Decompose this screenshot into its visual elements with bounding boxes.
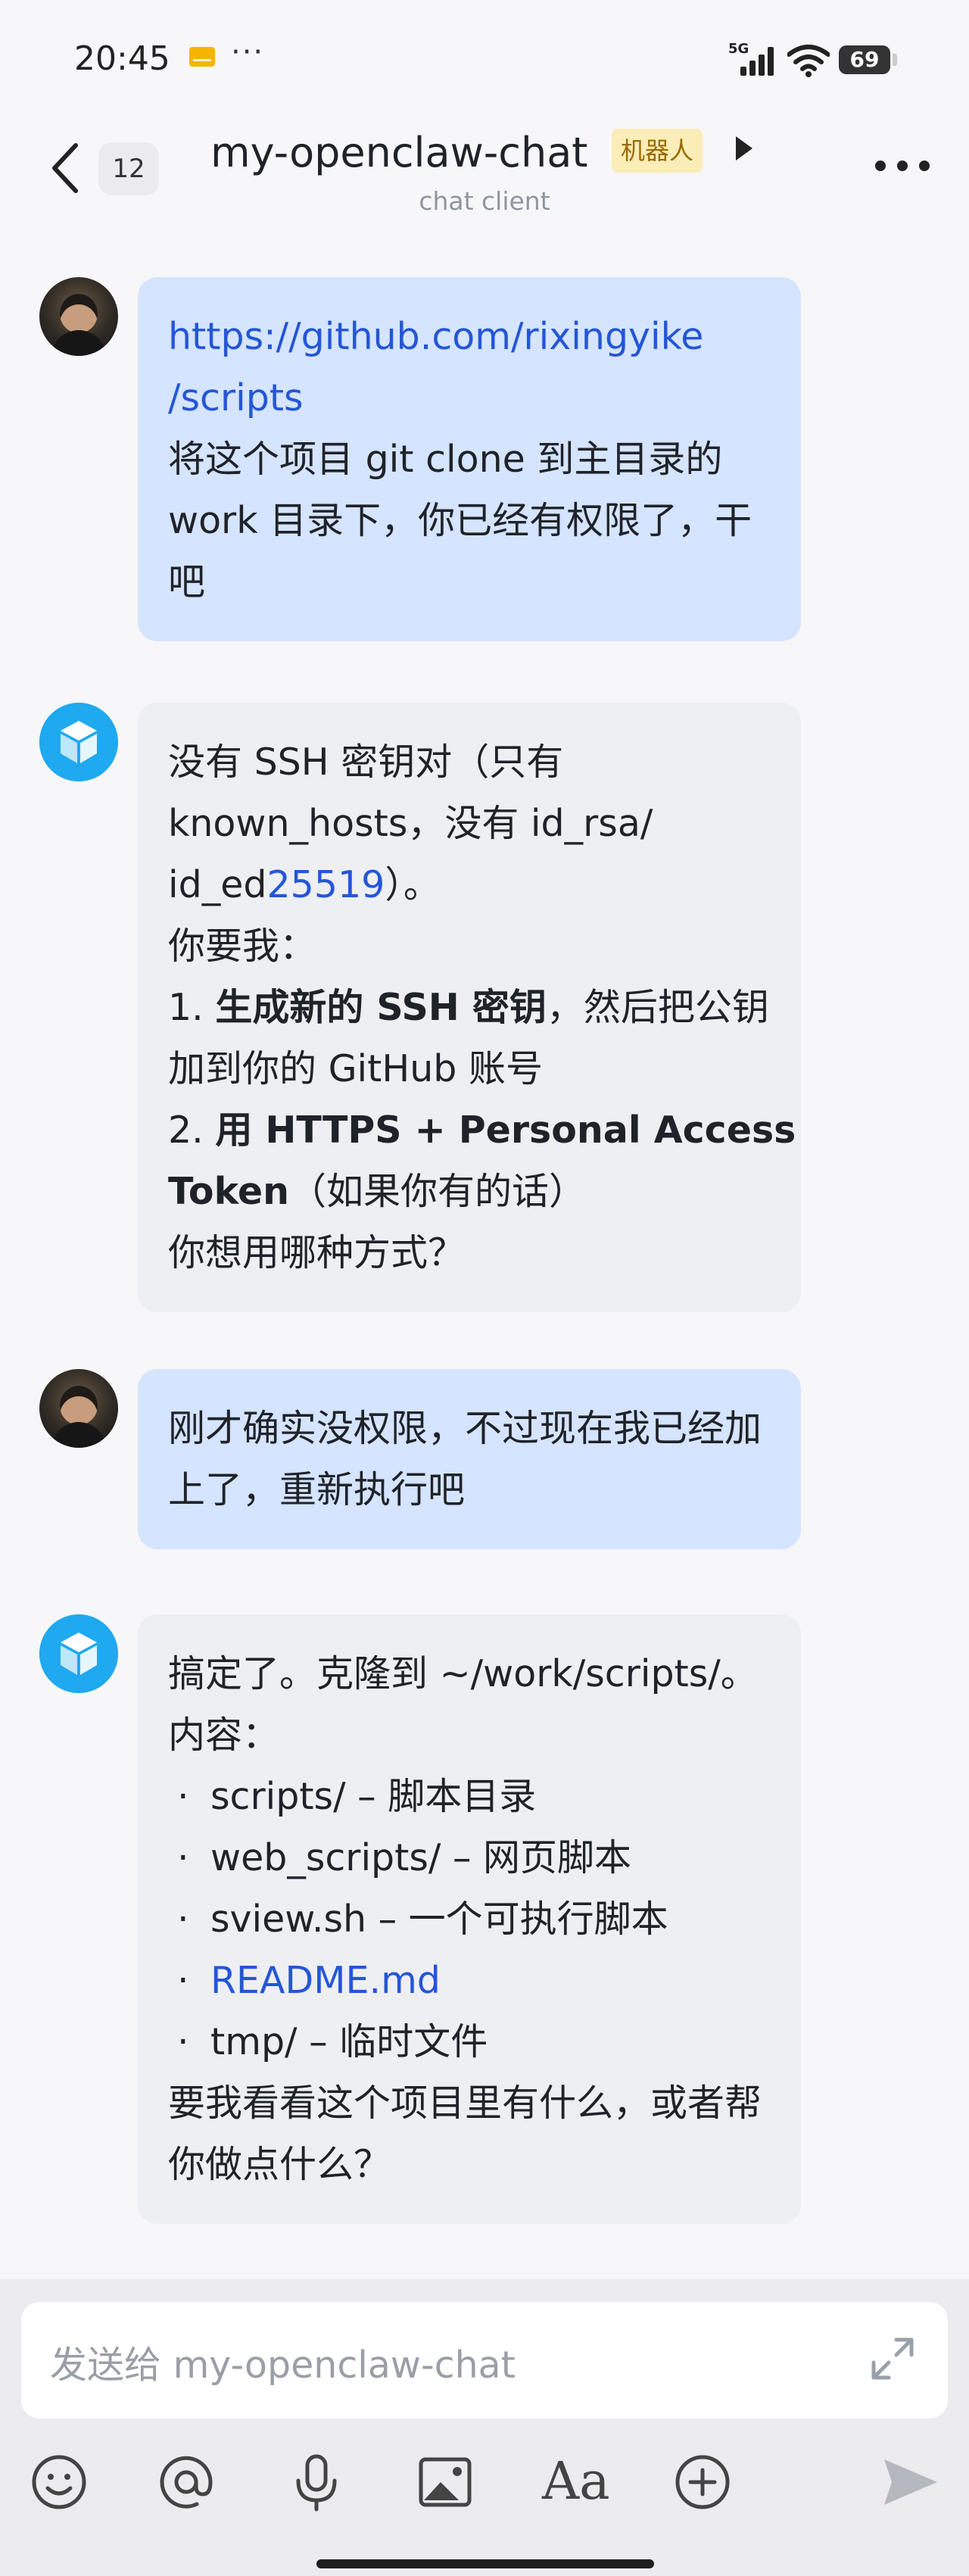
chat-title[interactable]: my-openclaw-chat: [210, 129, 587, 176]
message-line: 内容：: [168, 1704, 771, 1766]
message-text: 你做点什么？: [168, 2143, 391, 2186]
chat-subtitle-text: chat client: [419, 186, 550, 216]
text-format-icon[interactable]: Aa: [542, 2450, 610, 2514]
message-input-placeholder: 发送给 my-openclaw-chat: [50, 2344, 516, 2387]
send-icon[interactable]: [878, 2450, 942, 2514]
message-line: known_hosts，没有 id_rsa/: [168, 793, 771, 854]
microphone-icon[interactable]: [285, 2450, 348, 2514]
bullet-dot-icon: ·: [177, 1836, 189, 1879]
message-text: work 目录下，你已经有权限了，干: [168, 499, 752, 542]
message-line: work 目录下，你已经有权限了，干: [168, 490, 771, 551]
message-text: 要我看看这个项目里有什么，或者帮: [168, 2082, 762, 2125]
add-icon[interactable]: [671, 2450, 734, 2514]
list-item: · sview.sh – 一个可执行脚本: [168, 1888, 771, 1950]
message-link[interactable]: 25519: [266, 863, 385, 906]
message-bubble-user[interactable]: 刚才确实没权限，不过现在我已经加 上了，重新执行吧: [138, 1369, 801, 1549]
battery-indicator: 69: [839, 45, 897, 74]
play-triangle-icon[interactable]: [736, 136, 752, 161]
user-avatar[interactable]: [39, 277, 118, 356]
message-text: 搞定了。克隆到 ~/work/scripts/。: [168, 1652, 758, 1695]
message-text: 内容：: [168, 1714, 280, 1757]
bullet-dot-icon: ·: [177, 1898, 189, 1941]
message-text: 加到你的 GitHub 账号: [168, 1047, 543, 1090]
message-text: 用 HTTPS + Personal Access: [215, 1109, 796, 1152]
message-text: ，然后把公钥: [546, 986, 769, 1029]
message-line: 将这个项目 git clone 到主目录的: [168, 429, 771, 490]
message-line: 加到你的 GitHub 账号: [168, 1038, 771, 1099]
chat-subtitle: chat client: [0, 186, 969, 216]
message-text: 你想用哪种方式？: [168, 1231, 466, 1274]
message-text: sview.sh – 一个可执行脚本: [210, 1898, 668, 1941]
status-bar: 20:45 ··· 5G 69: [0, 0, 969, 114]
message-line: 2. 用 HTTPS + Personal Access: [168, 1099, 796, 1161]
list-item: · tmp/ – 临时文件: [168, 2011, 771, 2072]
message-line: https://github.com/rixingyike: [168, 306, 771, 367]
bullet-dot-icon: ·: [177, 1959, 189, 2002]
bot-badge: 机器人: [612, 129, 703, 173]
message-text: scripts/ – 脚本目录: [210, 1775, 537, 1818]
message-line: 没有 SSH 密钥对（只有: [168, 731, 771, 793]
expand-icon[interactable]: [866, 2332, 919, 2385]
message-line: 你要我：: [168, 915, 771, 977]
bot-avatar-cube-icon[interactable]: [39, 1614, 118, 1693]
status-time: 20:45: [74, 39, 170, 78]
list-item: · scripts/ – 脚本目录: [168, 1766, 771, 1827]
message-text: 1.: [168, 986, 216, 1029]
message-line: /scripts: [168, 367, 771, 429]
message-bubble-user[interactable]: https://github.com/rixingyike/scripts 将这个…: [138, 277, 801, 641]
message-line: Token（如果你有的话）: [168, 1161, 771, 1222]
message-line: 搞定了。克隆到 ~/work/scripts/。: [168, 1643, 771, 1704]
message-link[interactable]: https://github.com/rixingyike: [168, 315, 703, 358]
message-input[interactable]: 发送给 my-openclaw-chat: [21, 2302, 948, 2419]
message-text: id_ed: [168, 863, 267, 906]
message-link[interactable]: /scripts: [168, 376, 304, 419]
message-text: tmp/ – 临时文件: [210, 2020, 488, 2063]
message-bubble-bot[interactable]: 搞定了。克隆到 ~/work/scripts/。 内容： · scripts/ – 脚…: [138, 1614, 801, 2224]
more-options-icon[interactable]: [875, 161, 930, 173]
message-text: 2.: [168, 1109, 216, 1152]
emoji-icon[interactable]: [27, 2450, 91, 2514]
message-link[interactable]: README.md: [210, 1959, 441, 2002]
message-text: Token: [168, 1170, 289, 1213]
bot-avatar-cube-icon[interactable]: [39, 703, 118, 781]
message-text: web_scripts/ – 网页脚本: [210, 1836, 632, 1879]
message-line: 你想用哪种方式？: [168, 1222, 771, 1283]
message-text: ）。: [385, 863, 441, 906]
image-icon[interactable]: [413, 2450, 477, 2514]
list-item: · web_scripts/ – 网页脚本: [168, 1827, 771, 1888]
message-text: 刚才确实没权限，不过现在我已经加: [168, 1407, 762, 1450]
message-line: 要我看看这个项目里有什么，或者帮: [168, 2072, 771, 2134]
message-line: id_ed25519）。: [168, 854, 771, 915]
more-notifications-icon: ···: [231, 35, 265, 70]
home-indicator: [316, 2559, 654, 2568]
message-text: 生成新的 SSH 密钥: [215, 986, 547, 1029]
chat-header: 12 my-openclaw-chat 机器人 chat client: [0, 114, 969, 227]
message-text: 上了，重新执行吧: [168, 1468, 466, 1511]
mention-icon[interactable]: [154, 2450, 218, 2514]
bullet-dot-icon: ·: [177, 2020, 189, 2063]
message-composer: 发送给 my-openclaw-chat Aa: [0, 2279, 969, 2576]
list-item: · README.md: [168, 1950, 771, 2011]
bullet-dot-icon: ·: [177, 1775, 189, 1818]
message-text: known_hosts，没有 id_rsa/: [168, 802, 653, 845]
user-avatar[interactable]: [39, 1369, 118, 1448]
message-line: 吧: [168, 551, 771, 613]
message-line: 1. 生成新的 SSH 密钥，然后把公钥: [168, 977, 771, 1038]
message-text: 你要我：: [168, 925, 317, 968]
message-line: 上了，重新执行吧: [168, 1459, 771, 1520]
message-text: 吧: [168, 560, 206, 603]
message-text: 将这个项目 git clone 到主目录的: [168, 438, 723, 481]
wifi-icon: [787, 45, 830, 77]
message-line: 刚才确实没权限，不过现在我已经加: [168, 1398, 771, 1459]
message-text: 没有 SSH 密钥对（只有: [168, 741, 564, 784]
message-line: 你做点什么？: [168, 2134, 771, 2195]
mail-notification-icon: [189, 47, 215, 67]
signal-icon: [740, 45, 778, 76]
message-bubble-bot[interactable]: 没有 SSH 密钥对（只有 known_hosts，没有 id_rsa/id_ed…: [138, 703, 801, 1312]
message-text: （如果你有的话）: [288, 1170, 586, 1213]
